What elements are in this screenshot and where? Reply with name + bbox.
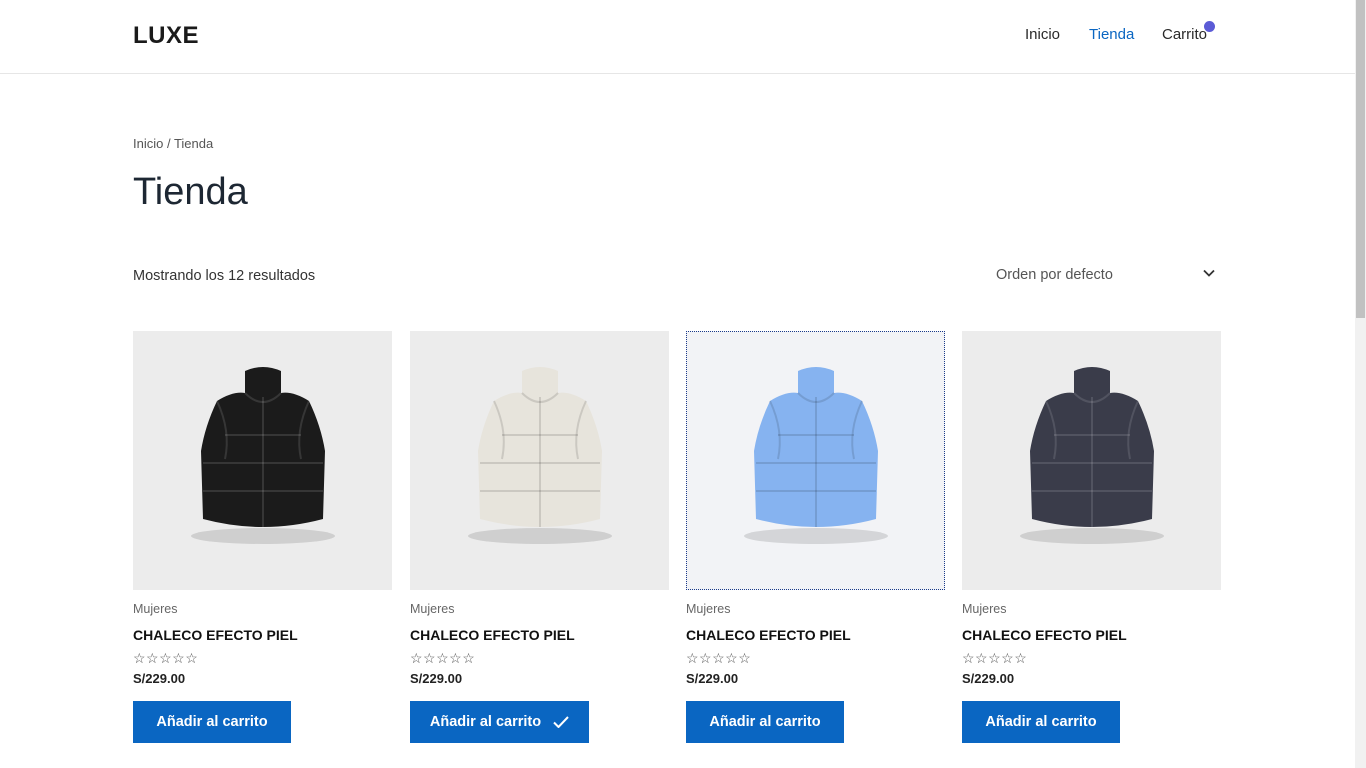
page-title: Tienda xyxy=(133,171,248,213)
product-card: Mujeres CHALECO EFECTO PIEL ☆☆☆☆☆ S/229.… xyxy=(962,331,1221,743)
product-image[interactable] xyxy=(410,331,669,590)
add-to-cart-label: Añadir al carrito xyxy=(429,714,542,730)
star-rating-icon: ☆☆☆☆☆ xyxy=(410,650,476,666)
add-to-cart-label: Añadir al carrito xyxy=(985,714,1097,730)
product-category[interactable]: Mujeres xyxy=(962,602,1006,616)
star-rating-icon: ☆☆☆☆☆ xyxy=(962,650,1028,666)
result-count: Mostrando los 12 resultados xyxy=(133,268,316,284)
product-card: Mujeres CHALECO EFECTO PIEL ☆☆☆☆☆ S/229.… xyxy=(133,331,392,743)
product-price: S/229.00 xyxy=(410,671,463,686)
vest-image-icon xyxy=(744,367,888,544)
add-to-cart-label: Añadir al carrito xyxy=(709,714,821,730)
check-icon xyxy=(553,716,569,728)
nav-link-tienda[interactable]: Tienda xyxy=(1089,26,1134,43)
product-price: S/229.00 xyxy=(686,671,739,686)
breadcrumb[interactable]: Inicio / Tienda xyxy=(133,136,213,151)
add-to-cart-button[interactable]: Añadir al carrito xyxy=(410,701,589,743)
product-image[interactable] xyxy=(686,331,945,590)
add-to-cart-button[interactable]: Añadir al carrito xyxy=(962,701,1120,743)
vest-image-icon xyxy=(191,367,335,544)
vest-image-icon xyxy=(468,367,612,544)
vest-shape xyxy=(468,528,612,544)
nav-link-inicio[interactable]: Inicio xyxy=(1025,26,1060,43)
vest-image-icon xyxy=(1020,367,1164,544)
product-image[interactable] xyxy=(962,331,1221,590)
chevron-down-icon xyxy=(1203,269,1215,277)
scrollbar-thumb[interactable] xyxy=(1356,0,1365,318)
nav-link-carrito[interactable]: Carrito xyxy=(1162,26,1207,43)
product-title[interactable]: CHALECO EFECTO PIEL xyxy=(686,627,851,643)
add-to-cart-button[interactable]: Añadir al carrito xyxy=(686,701,844,743)
vest-shape xyxy=(1020,528,1164,544)
product-category[interactable]: Mujeres xyxy=(410,602,454,616)
add-to-cart-button[interactable]: Añadir al carrito xyxy=(133,701,291,743)
product-price: S/229.00 xyxy=(133,671,186,686)
product-category[interactable]: Mujeres xyxy=(686,602,730,616)
sort-selected-label: Orden por defecto xyxy=(996,267,1113,283)
product-title[interactable]: CHALECO EFECTO PIEL xyxy=(410,627,575,643)
product-title[interactable]: CHALECO EFECTO PIEL xyxy=(962,627,1127,643)
product-card: Mujeres CHALECO EFECTO PIEL ☆☆☆☆☆ S/229.… xyxy=(686,331,945,743)
vest-shape xyxy=(744,528,888,544)
sort-select[interactable]: Orden por defecto xyxy=(990,258,1222,292)
product-price: S/229.00 xyxy=(962,671,1015,686)
vest-shape xyxy=(191,528,335,544)
star-rating-icon: ☆☆☆☆☆ xyxy=(133,650,199,666)
page-scrollbar[interactable] xyxy=(1355,0,1366,768)
product-title[interactable]: CHALECO EFECTO PIEL xyxy=(133,627,298,643)
star-rating-icon: ☆☆☆☆☆ xyxy=(686,650,752,666)
product-card: Mujeres CHALECO EFECTO PIEL ☆☆☆☆☆ S/229.… xyxy=(410,331,669,743)
product-category[interactable]: Mujeres xyxy=(133,602,177,616)
site-logo[interactable]: LUXE xyxy=(133,22,199,50)
site-header: LUXE Inicio Tienda Carrito xyxy=(0,0,1355,74)
add-to-cart-label: Añadir al carrito xyxy=(156,714,268,730)
product-image[interactable] xyxy=(133,331,392,590)
cart-badge xyxy=(1204,21,1215,32)
